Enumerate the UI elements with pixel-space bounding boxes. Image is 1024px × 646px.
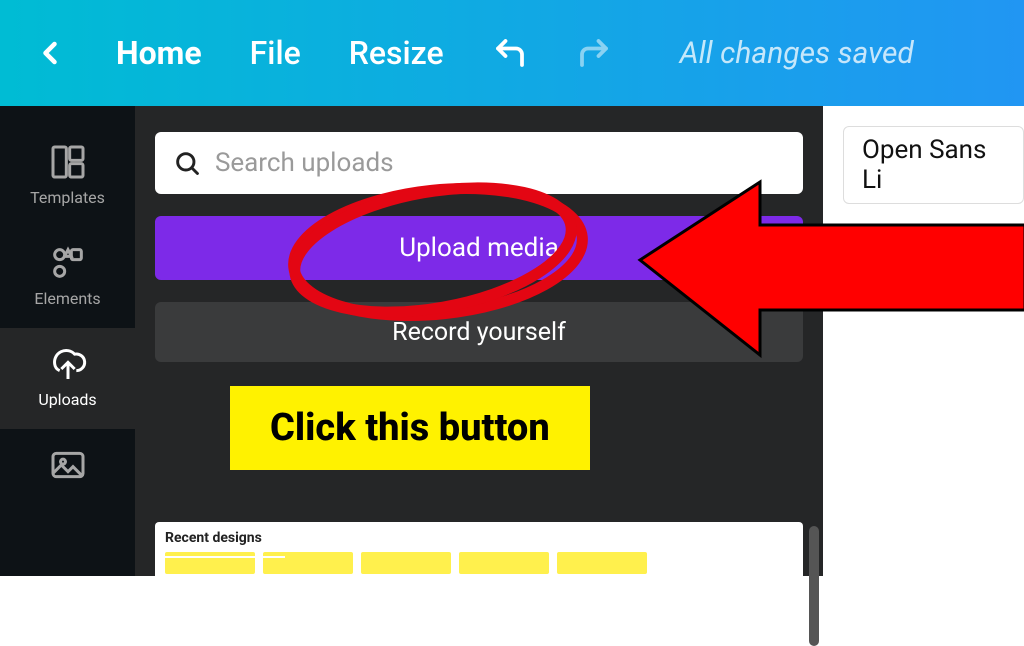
sidebar-item-label: Uploads bbox=[38, 390, 96, 409]
photos-icon bbox=[48, 445, 88, 485]
sidebar-item-label: Templates bbox=[30, 188, 105, 207]
save-status: All changes saved bbox=[680, 36, 914, 71]
elements-icon bbox=[48, 243, 88, 283]
recent-thumb[interactable] bbox=[361, 552, 451, 574]
sidebar-item-uploads[interactable]: Uploads bbox=[0, 328, 135, 429]
redo-icon[interactable] bbox=[576, 35, 612, 71]
tab-underline bbox=[155, 556, 285, 558]
record-yourself-button[interactable]: Record yourself bbox=[155, 302, 803, 362]
panel-scrollbar[interactable] bbox=[809, 526, 819, 646]
sidebar-item-elements[interactable]: Elements bbox=[0, 227, 135, 328]
search-input-row[interactable] bbox=[155, 132, 803, 194]
resize-menu[interactable]: Resize bbox=[349, 34, 444, 72]
annotation-callout: Click this button bbox=[230, 386, 590, 470]
home-link[interactable]: Home bbox=[116, 34, 202, 72]
sidebar-item-label: Elements bbox=[34, 289, 100, 308]
recent-designs: Recent designs bbox=[155, 522, 803, 582]
file-menu[interactable]: File bbox=[250, 34, 301, 72]
templates-icon bbox=[48, 142, 88, 182]
back-icon[interactable] bbox=[32, 35, 68, 71]
recent-designs-title: Recent designs bbox=[165, 530, 793, 546]
uploads-panel: Upload media Record yourself Recent desi… bbox=[135, 106, 823, 576]
recent-thumb[interactable] bbox=[557, 552, 647, 574]
sidebar-item-photos[interactable] bbox=[0, 429, 135, 511]
sidebar: Templates Elements Uploads bbox=[0, 106, 135, 576]
upload-media-button[interactable]: Upload media bbox=[155, 216, 803, 280]
uploads-icon bbox=[48, 344, 88, 384]
canvas-area: Open Sans Li bbox=[823, 106, 1024, 576]
search-input[interactable] bbox=[215, 148, 785, 178]
sidebar-item-templates[interactable]: Templates bbox=[0, 126, 135, 227]
recent-thumb[interactable] bbox=[459, 552, 549, 574]
font-picker[interactable]: Open Sans Li bbox=[843, 126, 1024, 204]
undo-icon[interactable] bbox=[492, 35, 528, 71]
top-toolbar: Home File Resize All changes saved bbox=[0, 0, 1024, 106]
search-icon bbox=[173, 148, 201, 178]
